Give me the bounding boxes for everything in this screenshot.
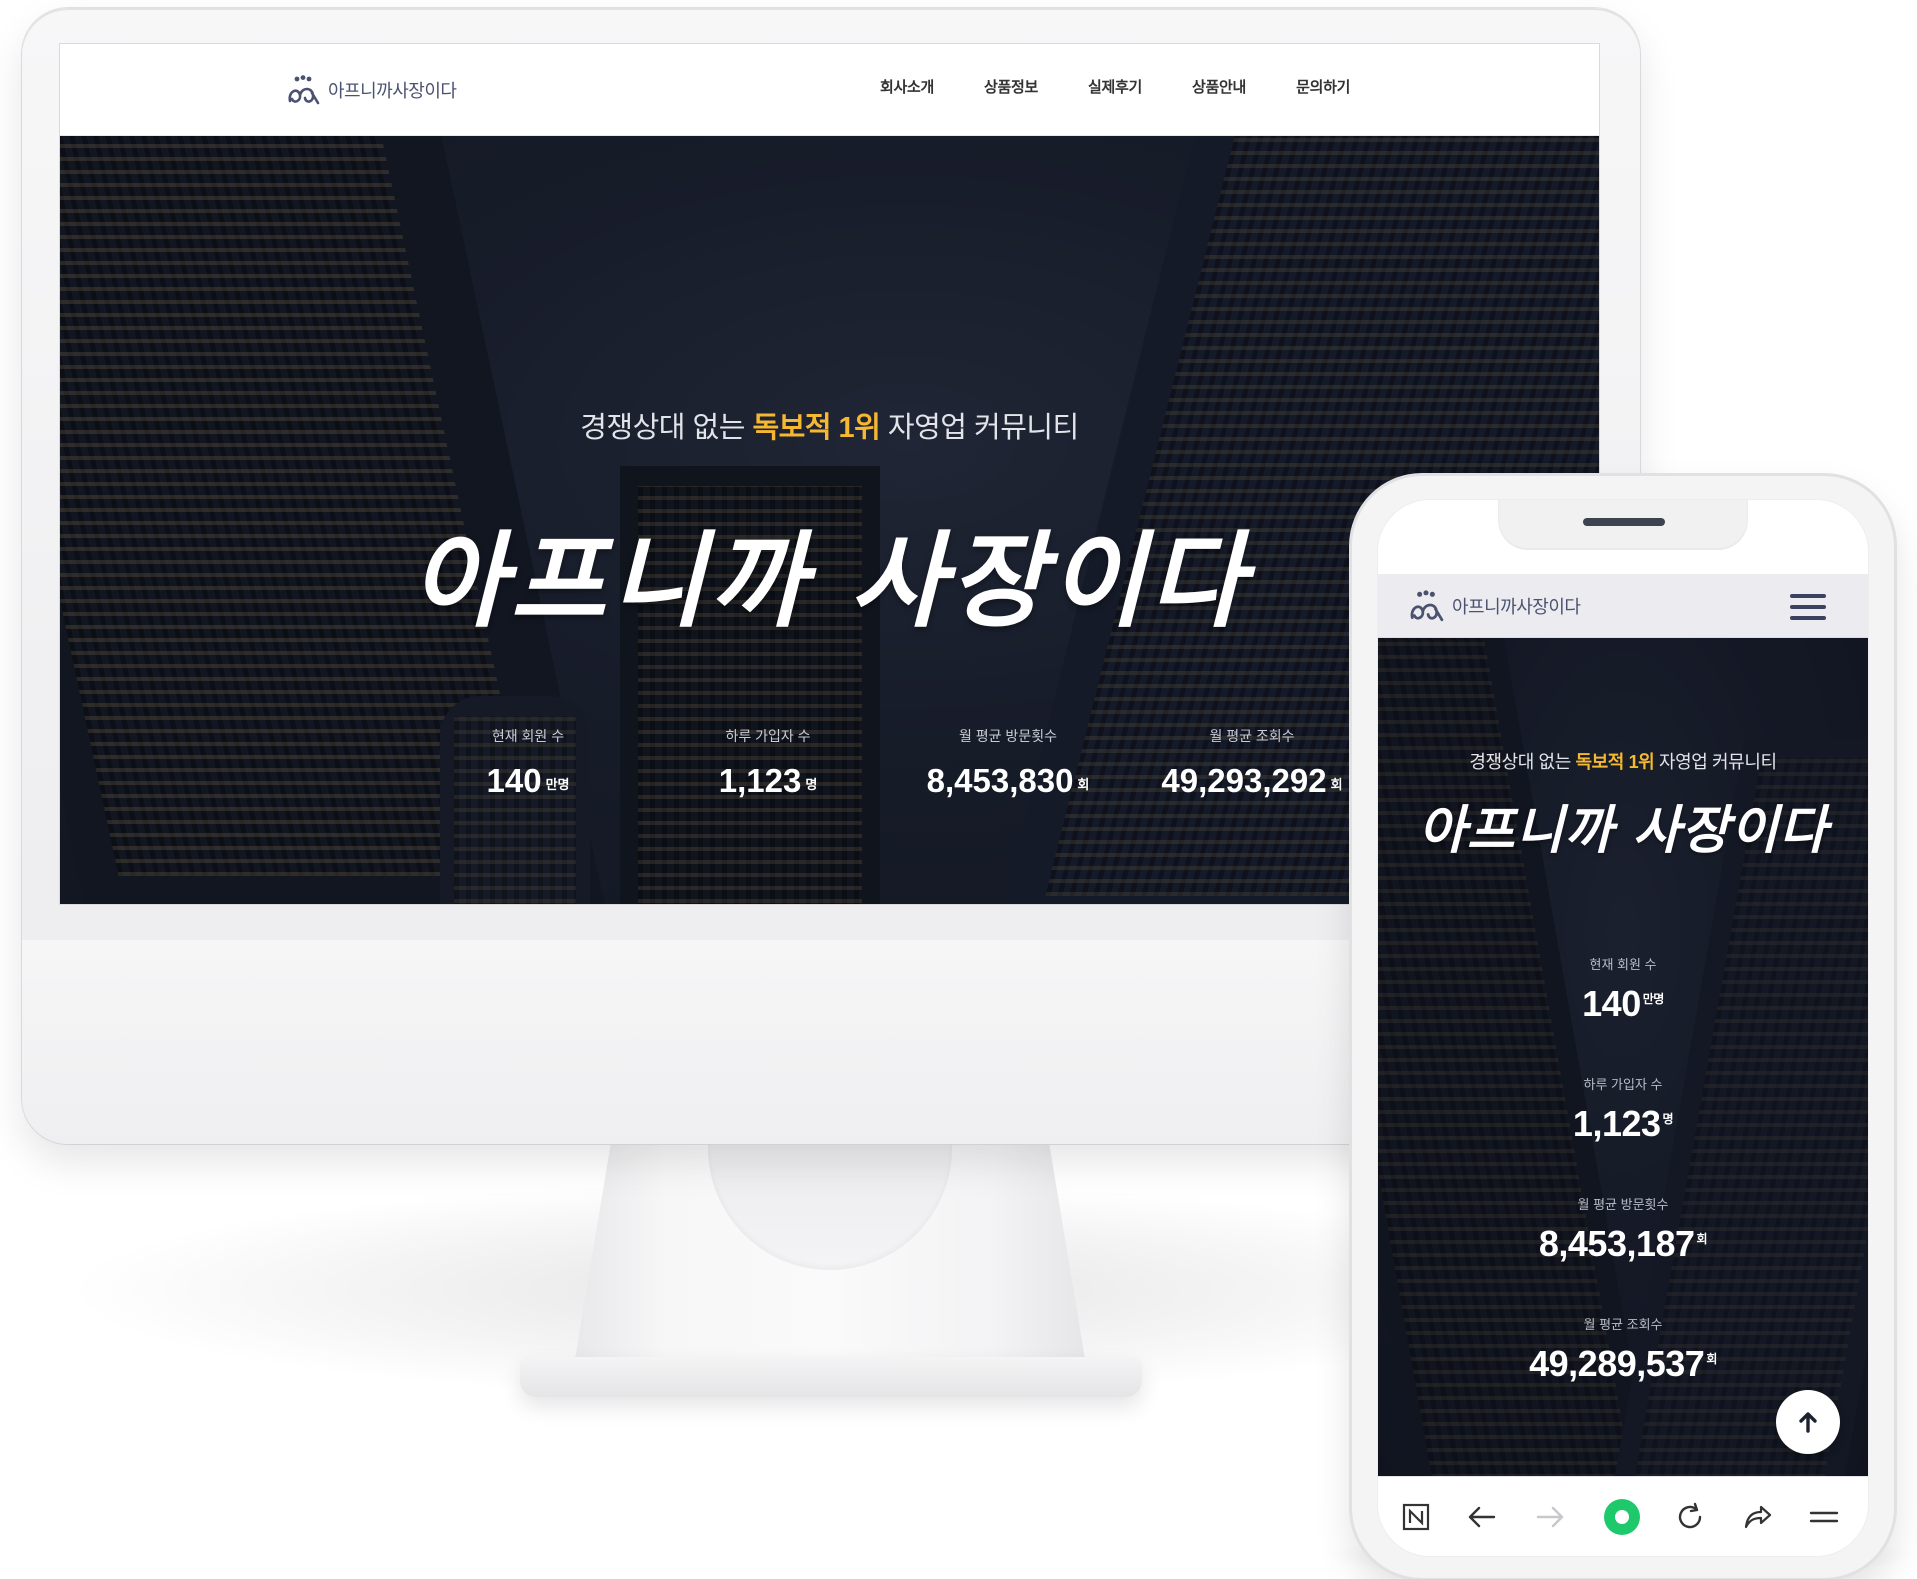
mobile-browser-toolbar [1378, 1476, 1868, 1556]
logo-text: 아프니까사장이다 [328, 81, 457, 101]
mobile-header: 아프니까사장이다 [1378, 574, 1868, 638]
monitor-stand-base [520, 1357, 1142, 1397]
mobile-stat-daily-signups: 하루 가입자 수 1,123 명 [1572, 1077, 1674, 1144]
mobile-logo-text: 아프니까사장이다 [1452, 597, 1581, 617]
naver-home-icon[interactable] [1394, 1495, 1438, 1539]
refresh-icon[interactable] [1668, 1495, 1712, 1539]
desktop-logo[interactable]: 아프니까사장이다 [286, 72, 457, 108]
hamburger-menu-icon[interactable] [1790, 594, 1826, 620]
hero-subtitle: 경쟁상대 없는 독보적 1위 자영업 커뮤니티 [580, 412, 1079, 444]
phone-screen: 아프니까사장이다 경쟁상대 없는 독보적 1위 자영업 커뮤니티 아프니까 사장… [1378, 500, 1868, 1556]
mobile-hero-subtitle: 경쟁상대 없는 독보적 1위 자영업 커뮤니티 [1469, 752, 1777, 772]
arrow-up-icon [1799, 1412, 1817, 1433]
forward-arrow-icon[interactable] [1528, 1495, 1572, 1539]
desktop-nav: 회사소개 상품정보 실제후기 상품안내 문의하기 [880, 76, 1350, 97]
mobile-stat-monthly-views: 월 평균 조회수 49,289,537 회 [1529, 1317, 1717, 1384]
nav-item-product-guide[interactable]: 상품안내 [1192, 76, 1246, 97]
desktop-header: 아프니까사장이다 회사소개 상품정보 실제후기 상품안내 문의하기 [60, 44, 1599, 136]
stat-monthly-views: 월 평균 조회수 49,293,292 회 [1161, 728, 1343, 799]
share-icon[interactable] [1736, 1495, 1780, 1539]
phone-speaker [1583, 518, 1665, 526]
mobile-stat-members: 현재 회원 수 140 만명 [1582, 957, 1664, 1024]
nav-item-reviews[interactable]: 실제후기 [1088, 76, 1142, 97]
back-arrow-icon[interactable] [1460, 1495, 1504, 1539]
nav-item-product-info[interactable]: 상품정보 [984, 76, 1038, 97]
green-circle-icon[interactable] [1600, 1495, 1644, 1539]
mobile-stat-monthly-visits: 월 평균 방문횟수 8,453,187 회 [1538, 1197, 1708, 1264]
stat-daily-signups: 하루 가입자 수 1,123 명 [718, 728, 818, 799]
mobile-hero-subtitle-highlight: 독보적 1위 [1575, 752, 1655, 772]
mobile-hero: 경쟁상대 없는 독보적 1위 자영업 커뮤니티 아프니까 사장이다 현재 회원 … [1378, 638, 1868, 1476]
stat-members: 현재 회원 수 140 만명 [486, 728, 570, 799]
hamburger-lines-icon[interactable] [1802, 1495, 1846, 1539]
nav-item-company[interactable]: 회사소개 [880, 76, 934, 97]
hero-subtitle-highlight: 독보적 1위 [752, 412, 881, 444]
logo-icon [1410, 590, 1444, 622]
logo-icon [288, 75, 320, 105]
stat-monthly-visits: 월 평균 방문횟수 8,453,830 회 [926, 728, 1090, 799]
scroll-top-button[interactable] [1776, 1390, 1840, 1454]
nav-item-contact[interactable]: 문의하기 [1296, 76, 1350, 97]
mobile-hero-title: 아프니까 사장이다 [1418, 800, 1828, 861]
mobile-logo[interactable]: 아프니까사장이다 [1408, 590, 1581, 622]
